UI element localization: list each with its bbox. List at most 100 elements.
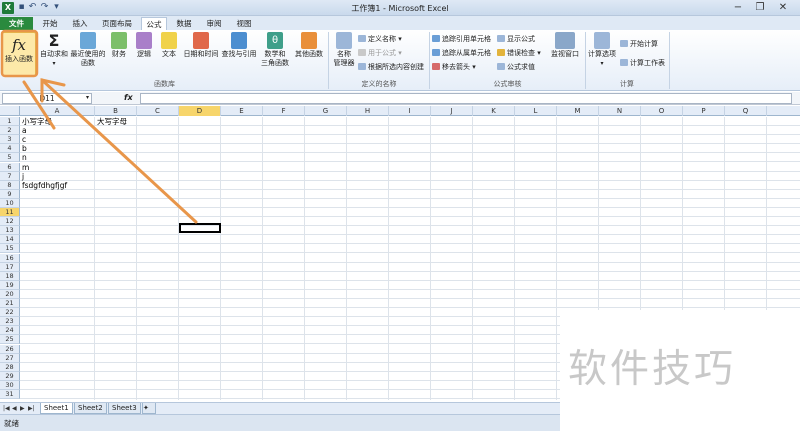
row-header-19[interactable]: 19 bbox=[0, 281, 20, 290]
create-from-selection-button[interactable]: 根据所选内容创建 bbox=[358, 63, 424, 72]
tab-page-layout[interactable]: 页面布局 bbox=[97, 17, 137, 30]
minimize-icon[interactable]: − bbox=[730, 1, 746, 14]
tab-data[interactable]: 数据 bbox=[171, 17, 197, 30]
remove-arrows-button[interactable]: 移去箭头 ▾ bbox=[432, 63, 476, 72]
row-header-24[interactable]: 24 bbox=[0, 326, 20, 335]
cell-A3[interactable]: c bbox=[22, 135, 26, 144]
column-header-L[interactable]: L bbox=[515, 106, 557, 116]
autosum-button[interactable]: Σ 自动求和 ▾ bbox=[38, 32, 70, 68]
define-name-button[interactable]: 定义名称 ▾ bbox=[358, 35, 402, 44]
column-header-H[interactable]: H bbox=[347, 106, 389, 116]
row-header-11[interactable]: 11 bbox=[0, 208, 20, 217]
text-button[interactable]: 文本 bbox=[158, 32, 180, 59]
active-cell-selection[interactable] bbox=[179, 223, 221, 233]
column-header-A[interactable]: A bbox=[20, 106, 95, 116]
row-header-21[interactable]: 21 bbox=[0, 299, 20, 308]
cell-A5[interactable]: n bbox=[22, 153, 27, 162]
column-header-D[interactable]: D bbox=[179, 106, 221, 116]
first-sheet-icon[interactable]: |◀ bbox=[3, 404, 10, 414]
sheet-tab-3[interactable]: Sheet3 bbox=[108, 403, 141, 414]
cell-A8[interactable]: fsdgfdhgfjgf bbox=[22, 181, 67, 190]
name-box-dropdown-icon[interactable]: ▾ bbox=[86, 94, 89, 101]
next-sheet-icon[interactable]: ▶ bbox=[20, 404, 25, 414]
row-header-23[interactable]: 23 bbox=[0, 317, 20, 326]
column-header-B[interactable]: B bbox=[95, 106, 137, 116]
tab-insert[interactable]: 插入 bbox=[67, 17, 93, 30]
column-header-C[interactable]: C bbox=[137, 106, 179, 116]
row-header-22[interactable]: 22 bbox=[0, 308, 20, 317]
row-header-10[interactable]: 10 bbox=[0, 199, 20, 208]
row-header-9[interactable]: 9 bbox=[0, 190, 20, 199]
column-header-P[interactable]: P bbox=[683, 106, 725, 116]
lookup-button[interactable]: 查找与引用 bbox=[221, 32, 257, 59]
row-header-29[interactable]: 29 bbox=[0, 372, 20, 381]
more-functions-button[interactable]: 其他函数 bbox=[293, 32, 325, 59]
evaluate-formula-button[interactable]: 公式求值 bbox=[497, 63, 535, 72]
column-header-E[interactable]: E bbox=[221, 106, 263, 116]
trace-precedents-button[interactable]: 追踪引用单元格 bbox=[432, 35, 491, 44]
tab-file[interactable]: 文件 bbox=[0, 17, 33, 30]
cell-A1[interactable]: 小写字母 bbox=[22, 117, 52, 126]
calc-now-button[interactable]: 开始计算 bbox=[620, 40, 658, 49]
column-header-Q[interactable]: Q bbox=[725, 106, 767, 116]
row-header-20[interactable]: 20 bbox=[0, 290, 20, 299]
row-header-5[interactable]: 5 bbox=[0, 153, 20, 162]
formula-input[interactable] bbox=[140, 93, 792, 104]
column-header-I[interactable]: I bbox=[389, 106, 431, 116]
restore-icon[interactable]: ❐ bbox=[752, 1, 768, 14]
datetime-button[interactable]: 日期和时间 bbox=[182, 32, 220, 59]
sheet-tab-1[interactable]: Sheet1 bbox=[40, 403, 73, 414]
row-header-26[interactable]: 26 bbox=[0, 345, 20, 354]
recent-functions-button[interactable]: 最近使用的 函数 bbox=[70, 32, 106, 68]
cell-B1[interactable]: 大写字母 bbox=[97, 117, 127, 126]
row-header-6[interactable]: 6 bbox=[0, 163, 20, 172]
row-header-18[interactable]: 18 bbox=[0, 272, 20, 281]
row-header-7[interactable]: 7 bbox=[0, 172, 20, 181]
insert-function-button[interactable]: fx 插入函数 bbox=[2, 32, 36, 76]
use-in-formula-button[interactable]: 用于公式 ▾ bbox=[358, 49, 402, 58]
row-header-4[interactable]: 4 bbox=[0, 144, 20, 153]
row-header-16[interactable]: 16 bbox=[0, 254, 20, 263]
cell-A4[interactable]: b bbox=[22, 144, 27, 153]
fx-button[interactable]: fx bbox=[124, 93, 133, 102]
watch-window-button[interactable]: 监视窗口 bbox=[548, 32, 582, 59]
tab-view[interactable]: 视图 bbox=[231, 17, 257, 30]
row-header-1[interactable]: 1 bbox=[0, 117, 20, 126]
trace-dependents-button[interactable]: 追踪从属单元格 bbox=[432, 49, 491, 58]
row-header-25[interactable]: 25 bbox=[0, 335, 20, 344]
select-all-corner[interactable] bbox=[0, 106, 20, 116]
name-box[interactable]: D11 bbox=[2, 93, 92, 104]
column-header-J[interactable]: J bbox=[431, 106, 473, 116]
cell-A6[interactable]: m bbox=[22, 163, 29, 172]
financial-button[interactable]: 财务 bbox=[108, 32, 130, 59]
row-header-2[interactable]: 2 bbox=[0, 126, 20, 135]
row-header-31[interactable]: 31 bbox=[0, 390, 20, 399]
row-header-3[interactable]: 3 bbox=[0, 135, 20, 144]
row-header-14[interactable]: 14 bbox=[0, 235, 20, 244]
sheet-tab-2[interactable]: Sheet2 bbox=[74, 403, 107, 414]
logical-button[interactable]: 逻辑 bbox=[133, 32, 155, 59]
row-header-8[interactable]: 8 bbox=[0, 181, 20, 190]
tab-review[interactable]: 审阅 bbox=[201, 17, 227, 30]
row-header-28[interactable]: 28 bbox=[0, 363, 20, 372]
cell-A2[interactable]: a bbox=[22, 126, 27, 135]
cell-A7[interactable]: j bbox=[22, 172, 24, 181]
column-header-K[interactable]: K bbox=[473, 106, 515, 116]
calc-sheet-button[interactable]: 计算工作表 bbox=[620, 59, 665, 68]
last-sheet-icon[interactable]: ▶| bbox=[28, 404, 35, 414]
close-icon[interactable]: ✕ bbox=[775, 1, 791, 14]
row-header-27[interactable]: 27 bbox=[0, 354, 20, 363]
column-header-M[interactable]: M bbox=[557, 106, 599, 116]
row-header-15[interactable]: 15 bbox=[0, 244, 20, 253]
row-header-30[interactable]: 30 bbox=[0, 381, 20, 390]
tab-home[interactable]: 开始 bbox=[37, 17, 63, 30]
tab-formulas[interactable]: 公式 bbox=[141, 17, 167, 30]
column-header-O[interactable]: O bbox=[641, 106, 683, 116]
column-header-G[interactable]: G bbox=[305, 106, 347, 116]
row-header-12[interactable]: 12 bbox=[0, 217, 20, 226]
column-header-F[interactable]: F bbox=[263, 106, 305, 116]
row-header-13[interactable]: 13 bbox=[0, 226, 20, 235]
error-checking-button[interactable]: 错误检查 ▾ bbox=[497, 49, 541, 58]
calc-options-button[interactable]: 计算选项 ▾ bbox=[587, 32, 617, 68]
name-manager-button[interactable]: 名称 管理器 bbox=[331, 32, 357, 68]
